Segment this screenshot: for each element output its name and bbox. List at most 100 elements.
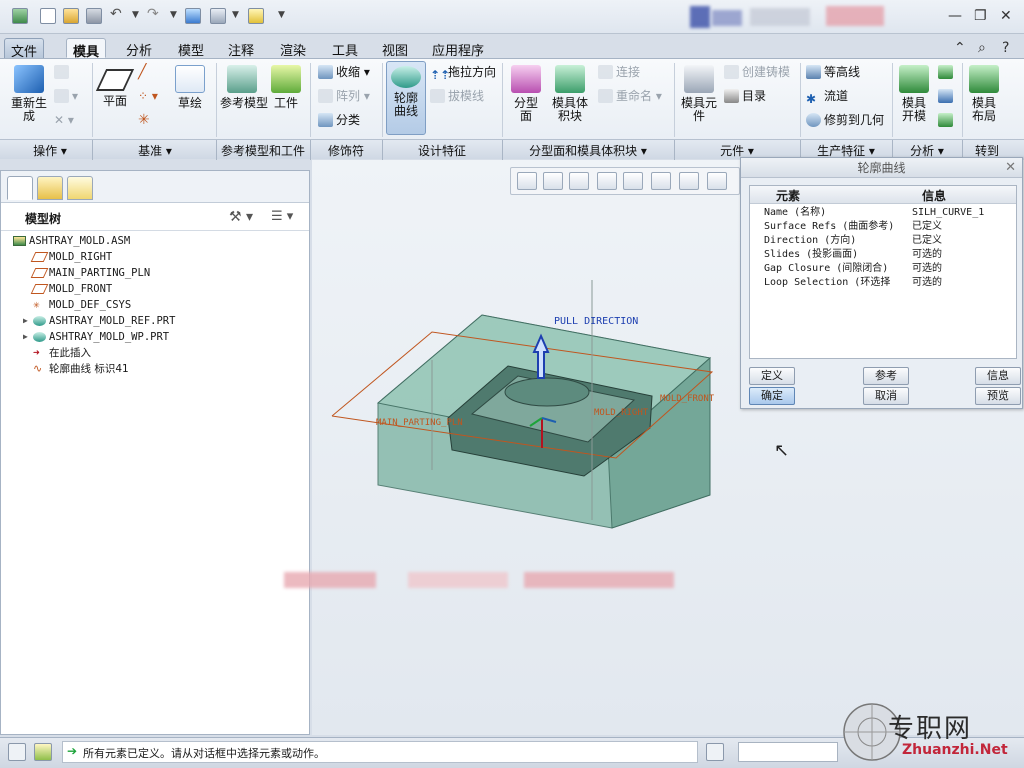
expand-arrow-icon[interactable]: ▶ — [23, 329, 28, 345]
tree-item[interactable]: MOLD_RIGHT — [1, 249, 309, 265]
model-tree-tab-icon[interactable] — [7, 176, 33, 200]
element-row[interactable]: Gap Closure (间隙闭合) 可选的 — [750, 262, 1016, 276]
point-button[interactable]: ⁘ ▾ — [138, 87, 158, 105]
draft-line-button[interactable]: 拔模线 — [430, 87, 484, 105]
copy-button[interactable] — [54, 63, 72, 81]
reference-button[interactable]: 参考 — [863, 367, 909, 385]
tab-model[interactable]: 模型 — [172, 38, 210, 59]
parting-surface-button[interactable]: 分型面 — [508, 65, 544, 123]
delete-button[interactable]: ✕ ▾ — [54, 111, 74, 129]
search-icon[interactable]: ⌕ — [978, 40, 986, 56]
tree-item[interactable]: ▶ ASHTRAY_MOLD_REF.PRT — [1, 313, 309, 329]
define-button[interactable]: 定义 — [749, 367, 795, 385]
folder-browser-tab-icon[interactable] — [37, 176, 63, 200]
contour-line-button[interactable]: 等高线 — [806, 63, 860, 81]
element-row[interactable]: Direction (方向) 已定义 — [750, 234, 1016, 248]
regenerate-button[interactable]: 重新生成 — [6, 65, 52, 123]
tab-mold[interactable]: 模具 — [66, 38, 107, 60]
tree-settings-icon[interactable]: ⚒ ▾ — [229, 209, 253, 225]
tree-item[interactable]: MOLD_FRONT — [1, 281, 309, 297]
minimize-icon[interactable]: — — [948, 8, 962, 24]
tab-annotate[interactable]: 注释 — [222, 38, 260, 59]
info-button[interactable]: 信息 — [975, 367, 1021, 385]
plane-button[interactable]: 平面 — [95, 65, 135, 108]
sketch-button[interactable]: 草绘 — [172, 65, 208, 110]
datum-display-icon[interactable] — [707, 172, 727, 190]
new-file-icon[interactable] — [40, 8, 56, 24]
undo-icon[interactable]: ↶ — [110, 6, 126, 22]
tab-file[interactable]: 文件 — [4, 38, 45, 60]
dialog-close-icon[interactable]: ✕ — [1005, 160, 1016, 175]
tree-item[interactable]: ASHTRAY_MOLD.ASM — [1, 233, 309, 249]
tab-applications[interactable]: 应用程序 — [426, 38, 490, 59]
undo-dropdown-icon[interactable]: ▼ — [132, 10, 139, 20]
tree-item[interactable]: ∿ 轮廓曲线 标识41 — [1, 361, 309, 377]
preview-button[interactable]: 预览 — [975, 387, 1021, 405]
group-datum[interactable]: 基准 ▾ — [94, 142, 216, 159]
pattern-button[interactable]: 阵列 ▾ — [318, 87, 370, 105]
repaint-icon[interactable] — [597, 172, 617, 190]
tab-view[interactable]: 视图 — [376, 38, 414, 59]
browser-toggle-icon[interactable] — [34, 743, 52, 761]
analysis-tool-3[interactable] — [938, 111, 956, 129]
view-manager-icon[interactable] — [679, 172, 699, 190]
mold-open-button[interactable]: 模具开模 — [896, 65, 932, 123]
collapse-ribbon-icon[interactable]: ⌃ — [954, 40, 966, 56]
ok-button[interactable]: 确定 — [749, 387, 795, 405]
classify-button[interactable]: 分类 — [318, 111, 360, 129]
zoom-in-icon[interactable] — [543, 172, 563, 190]
regenerate-small-icon[interactable] — [185, 8, 201, 24]
connect-button[interactable]: 连接 — [598, 63, 640, 81]
maximize-icon[interactable]: ❐ — [974, 8, 987, 24]
trim-geometry-button[interactable]: 修剪到几何 — [806, 111, 884, 129]
workpiece-button[interactable]: 工件 — [268, 65, 304, 110]
customize-dropdown-icon[interactable]: ▼ — [278, 10, 285, 20]
catalog-button[interactable]: 目录 — [724, 87, 766, 105]
group-parting[interactable]: 分型面和模具体积块 ▾ — [502, 142, 674, 159]
csys-button[interactable]: ✳ — [138, 111, 150, 129]
mold-layout-button[interactable]: 模具布局 — [966, 65, 1002, 123]
navigator-toggle-icon[interactable] — [8, 743, 26, 761]
tree-item[interactable]: MAIN_PARTING_PLN — [1, 265, 309, 281]
silhouette-curve-button[interactable]: 轮廓曲线 — [386, 61, 426, 135]
element-row[interactable]: Slides (投影画面) 可选的 — [750, 248, 1016, 262]
zoom-out-icon[interactable] — [569, 172, 589, 190]
close-window-icon[interactable] — [248, 8, 264, 24]
tab-tools[interactable]: 工具 — [326, 38, 364, 59]
shrink-button[interactable]: 收缩 ▾ — [318, 63, 370, 81]
saved-views-icon[interactable] — [651, 172, 671, 190]
flow-path-button[interactable]: ✱ 流道 — [806, 87, 848, 106]
create-casting-button[interactable]: 创建铸模 — [724, 63, 790, 81]
refit-icon[interactable] — [517, 172, 537, 190]
tree-item[interactable]: ▶ ASHTRAY_MOLD_WP.PRT — [1, 329, 309, 345]
axis-button[interactable]: ╱ — [138, 63, 146, 81]
paste-button[interactable]: ▾ — [54, 87, 78, 105]
analysis-tool-2[interactable] — [938, 87, 956, 105]
window-dropdown-icon[interactable]: ▼ — [232, 10, 239, 20]
redo-dropdown-icon[interactable]: ▼ — [170, 10, 177, 20]
favorites-tab-icon[interactable] — [67, 176, 93, 200]
tab-analysis[interactable]: 分析 — [120, 38, 158, 59]
expand-arrow-icon[interactable]: ▶ — [23, 313, 28, 329]
element-row[interactable]: Surface Refs (曲面参考) 已定义 — [750, 220, 1016, 234]
tree-columns-icon[interactable]: ☰ ▾ — [271, 209, 293, 224]
rename-button[interactable]: 重命名 ▾ — [598, 87, 662, 105]
element-row[interactable]: Loop Selection (环选择 可选的 — [750, 276, 1016, 290]
redo-icon[interactable]: ↷ — [147, 6, 163, 22]
window-icon[interactable] — [210, 8, 226, 24]
group-operations[interactable]: 操作 ▾ — [10, 142, 90, 159]
tree-item[interactable]: ➜ 在此插入 — [1, 345, 309, 361]
mold-volume-button[interactable]: 模具体积块 — [548, 65, 592, 123]
display-style-icon[interactable] — [623, 172, 643, 190]
tree-item[interactable]: ✳ MOLD_DEF_CSYS — [1, 297, 309, 313]
selection-filter-icon[interactable] — [706, 743, 724, 761]
selection-filter-dropdown[interactable] — [738, 742, 838, 762]
mold-component-button[interactable]: 模具元件 — [678, 65, 720, 123]
analysis-tool-1[interactable] — [938, 63, 956, 81]
close-icon[interactable]: ✕ — [1000, 8, 1012, 24]
save-icon[interactable] — [86, 8, 102, 24]
cancel-button[interactable]: 取消 — [863, 387, 909, 405]
pull-direction-button[interactable]: ⇡⇡拖拉方向 — [430, 63, 496, 82]
ref-model-button[interactable]: 参考模型 — [220, 65, 268, 110]
help-icon[interactable]: ? — [1002, 40, 1009, 56]
